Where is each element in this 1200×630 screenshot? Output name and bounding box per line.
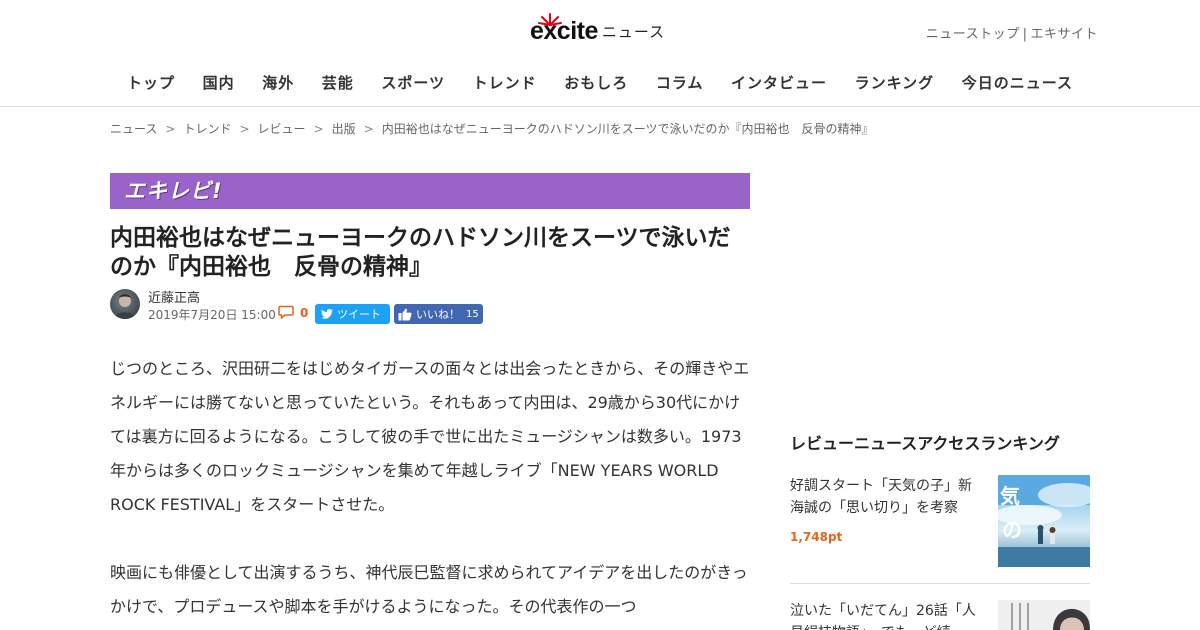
author-avatar[interactable] [110,289,140,319]
ranking-thumbnail[interactable]: 気 の [998,475,1090,567]
tweet-button[interactable]: ツイート [315,304,390,324]
nav-overseas[interactable]: 海外 [262,72,294,93]
ranking-divider [790,583,1090,584]
author-name[interactable]: 近藤正高 [148,287,200,306]
breadcrumb-trend[interactable]: トレンド [183,122,231,136]
ranking-section-title: レビューニュースアクセスランキング [790,434,1060,453]
nav-entertainment[interactable]: 芸能 [322,72,354,93]
svg-text:の: の [1002,518,1022,542]
thumbs-up-icon [398,308,412,320]
ranking-item-title[interactable]: 泣いた「いだてん」26話「人見絹枝物語」。でも、ど続 [790,600,985,630]
logo-news-label: ニュース [601,23,666,41]
ranking-item[interactable]: 泣いた「いだてん」26話「人見絹枝物語」。でも、ど続 [790,600,1090,630]
ranking-item-title[interactable]: 好調スタート「天気の子」新海誠の「思い切り」を考察 [790,475,985,519]
top-links-separator: | [1022,27,1028,42]
article-body: じつのところ、沢田研二をはじめタイガースの面々とは出会ったときから、その輝きやエ… [110,352,750,630]
nav-interview[interactable]: インタビュー [731,72,827,93]
ranking-item[interactable]: 好調スタート「天気の子」新海誠の「思い切り」を考察 1,748pt 気 の [790,475,1090,567]
breadcrumb-publishing[interactable]: 出版 [332,122,356,136]
breadcrumb-sep: > [165,122,176,136]
logo-word: excite [530,17,598,45]
ranking-item-points: 1,748pt [790,530,843,544]
excite-link[interactable]: エキサイト [1030,27,1098,42]
breadcrumb: ニュース > トレンド > レビュー > 出版 > 内田裕也はなぜニューヨークのハドソン川をスー… [110,120,873,137]
breadcrumb-sep: > [363,122,374,136]
comment-count[interactable]: 0 [300,306,308,320]
article-paragraph: じつのところ、沢田研二をはじめタイガースの面々とは出会ったときから、その輝きやエ… [110,359,750,514]
manga-cover-icon [998,600,1090,630]
site-header: excite ニュース ニューストップ | エキサイト トップ 国内 海外 芸能 ス… [0,0,1200,107]
nav-top[interactable]: トップ [127,72,175,93]
top-links: ニューストップ | エキサイト [926,23,1098,42]
twitter-bird-icon [321,309,333,319]
breadcrumb-sep: > [313,122,324,136]
avatar-portrait-icon [114,294,136,319]
exci-review-banner[interactable]: エキレビ! [110,173,750,209]
nav-sports[interactable]: スポーツ [381,72,445,93]
article-title: 内田裕也はなぜニューヨークのハドソン川をスーツで泳いだのか『内田裕也 反骨の精神… [110,225,731,280]
news-top-link[interactable]: ニューストップ [926,27,1020,42]
nav-today-news[interactable]: 今日のニュース [962,72,1073,93]
nav-domestic[interactable]: 国内 [203,72,235,93]
publish-date: 2019年7月20日 15:00 [148,308,276,322]
nav-trend[interactable]: トレンド [473,72,537,93]
nav-ranking[interactable]: ランキング [855,72,935,93]
breadcrumb-review[interactable]: レビュー [258,122,306,136]
weathering-with-you-cover-icon: 気 の [998,475,1090,567]
svg-text:気: 気 [1000,484,1020,508]
breadcrumb-news[interactable]: ニュース [110,122,157,136]
article-paragraph: 映画にも俳優として出演するうち、神代辰巳監督に求められてアイデアを出したのがきっ… [110,563,748,616]
banner-label: エキレビ! [124,179,223,203]
breadcrumb-sep: > [239,122,250,136]
comment-icon[interactable] [278,305,294,319]
like-label: いいね！ [416,308,460,321]
tweet-label: ツイート [337,308,381,321]
breadcrumb-current: 内田裕也はなぜニューヨークのハドソン川をスーツで泳いだのか『内田裕也 反骨の精神… [381,122,874,136]
nav-fun[interactable]: おもしろ [564,72,628,93]
excite-logo[interactable]: excite ニュース [530,12,665,46]
like-count: 15 [466,308,479,320]
nav-column[interactable]: コラム [656,72,704,93]
global-nav: トップ 国内 海外 芸能 スポーツ トレンド おもしろ コラム インタビュー ラ… [110,72,1090,93]
facebook-like-button[interactable]: いいね！ 15 [394,304,483,324]
ranking-thumbnail[interactable] [998,600,1090,630]
